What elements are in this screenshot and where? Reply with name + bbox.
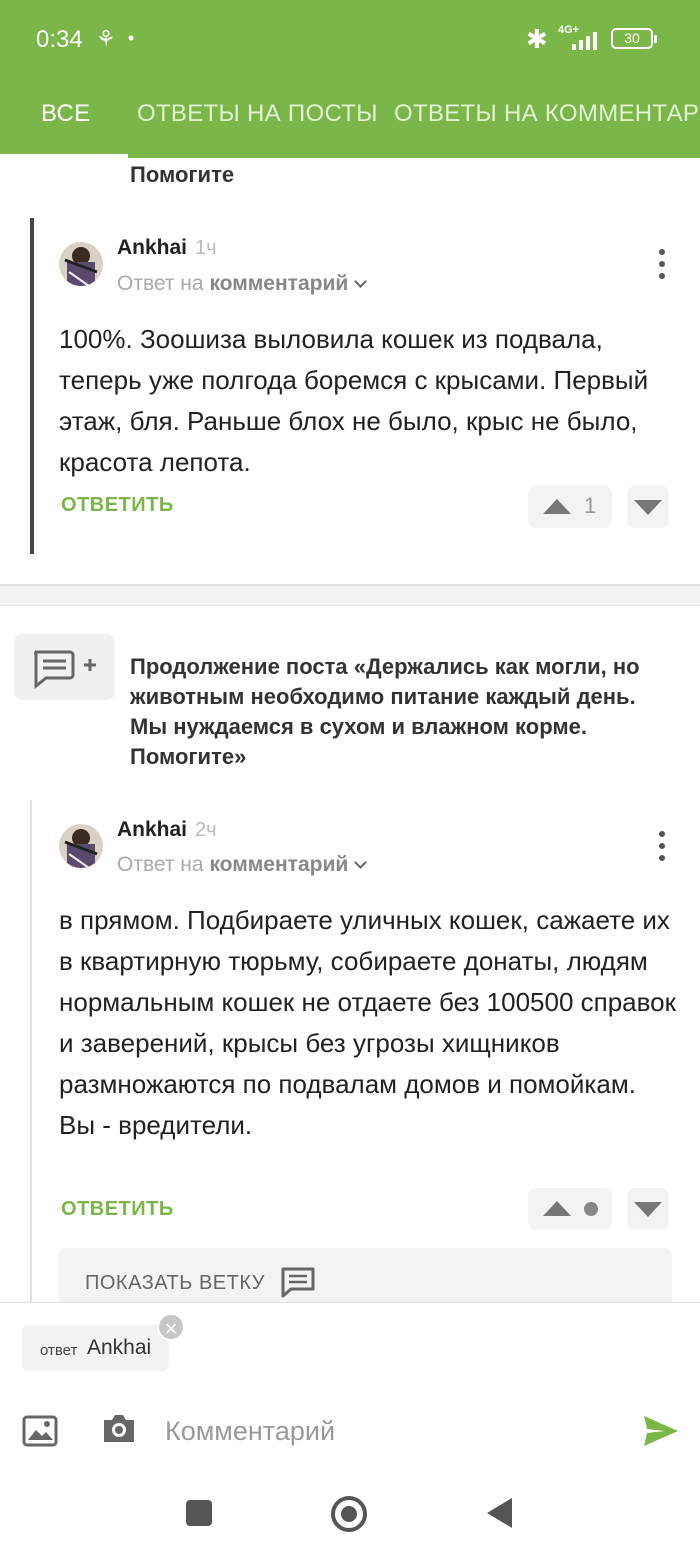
rating-hidden-dot	[584, 1202, 598, 1216]
reply-button[interactable]: ОТВЕТИТЬ	[61, 494, 174, 517]
image-icon[interactable]	[22, 1415, 58, 1447]
recent-apps-icon[interactable]	[186, 1500, 212, 1526]
upvote-button[interactable]: 1	[528, 486, 612, 528]
reply-to-prefix: Ответ на	[117, 853, 204, 876]
reply-to-link[interactable]: Ответ на комментарий	[117, 272, 368, 296]
arrow-up-icon	[543, 1201, 571, 1216]
app-header: 0:34 ⚘ • ✱ 4G+ 30 ВСЕ ОТВЕТЫ НА ПОСТЫ ОТ…	[0, 0, 700, 158]
author-name[interactable]: Ankhai	[117, 236, 187, 259]
avatar[interactable]	[59, 242, 103, 286]
reply-button[interactable]: ОТВЕТИТЬ	[61, 1198, 174, 1221]
status-time: 0:34	[36, 26, 83, 53]
home-icon[interactable]	[331, 1496, 367, 1532]
reply-chip-prefix: ответ	[40, 1342, 78, 1359]
status-bar: 0:34 ⚘ • ✱ 4G+ 30	[0, 0, 700, 78]
battery-icon: 30	[611, 28, 657, 49]
comment-card: Ankhai 1ч Ответ на комментарий 100%. Зоош…	[30, 218, 700, 554]
reply-to-target[interactable]: комментарий	[209, 853, 348, 876]
author-name[interactable]: Ankhai	[117, 818, 187, 841]
camera-icon[interactable]	[100, 1411, 138, 1445]
arrow-up-icon	[543, 499, 571, 514]
system-navigation-bar	[0, 1470, 700, 1556]
comment-time: 1ч	[195, 237, 217, 259]
chevron-down-icon[interactable]	[354, 856, 368, 869]
signal-icon: 4G+	[558, 24, 604, 50]
comment-time: 2ч	[195, 819, 217, 841]
rating-count: 1	[584, 493, 597, 518]
upvote-button[interactable]	[528, 1188, 612, 1230]
post-title-fragment[interactable]: Помогите	[130, 162, 234, 188]
arrow-down-icon	[634, 500, 662, 515]
notification-dot-icon: •	[128, 28, 135, 48]
post-reference-title[interactable]: Продолжение поста «Держались как могли, …	[130, 652, 670, 772]
comment-input[interactable]	[165, 1411, 605, 1451]
comment-author[interactable]: Ankhai 1ч	[117, 236, 217, 260]
battery-level: 30	[624, 30, 640, 46]
reply-chip: ответ Ankhai	[22, 1325, 169, 1371]
notifications-feed[interactable]: Помогите Ankhai 1ч Ответ на комментарий 1…	[0, 158, 700, 1302]
tab-post-replies[interactable]: ОТВЕТЫ НА ПОСТЫ	[137, 100, 378, 128]
arrow-down-icon	[634, 1202, 662, 1217]
thread-line	[30, 218, 34, 554]
reply-chip-name: Ankhai	[87, 1336, 152, 1359]
send-icon[interactable]	[643, 1415, 679, 1447]
downvote-button[interactable]	[627, 486, 669, 528]
thread-line	[30, 800, 32, 1302]
reply-to-prefix: Ответ на	[117, 272, 204, 295]
more-options-icon[interactable]	[657, 831, 667, 861]
avatar[interactable]	[59, 824, 103, 868]
section-divider	[0, 584, 700, 606]
tab-all[interactable]: ВСЕ	[41, 100, 90, 128]
comment-thread-icon	[281, 1267, 315, 1298]
close-icon[interactable]: ×	[157, 1313, 185, 1341]
comment-card: Ankhai 2ч Ответ на комментарий в прямом. …	[30, 800, 700, 1302]
downvote-button[interactable]	[627, 1188, 669, 1230]
comment-composer: ответ Ankhai ×	[0, 1302, 700, 1470]
more-options-icon[interactable]	[657, 249, 667, 279]
back-icon[interactable]	[487, 1498, 512, 1528]
bluetooth-icon: ✱	[526, 24, 548, 54]
show-thread-label: ПОКАЗАТЬ ВЕТКУ	[85, 1272, 265, 1294]
comment-text: 100%. Зоошиза выловила кошек из подвала,…	[59, 324, 649, 477]
chevron-down-icon[interactable]	[354, 275, 368, 288]
notification-icon: ⚘	[96, 26, 116, 51]
post-reference-icon[interactable]	[14, 634, 115, 700]
notification-tabs: ВСЕ ОТВЕТЫ НА ПОСТЫ ОТВЕТЫ НА КОММЕНТАРИ…	[0, 78, 700, 158]
comment-author[interactable]: Ankhai 2ч	[117, 818, 217, 842]
comment-text: в прямом. Подбираете уличных кошек, сажа…	[59, 905, 676, 1140]
tab-comment-replies[interactable]: ОТВЕТЫ НА КОММЕНТАРИИ	[394, 100, 700, 128]
reply-to-target[interactable]: комментарий	[209, 272, 348, 295]
composer-input-row	[0, 1403, 700, 1459]
show-thread-button[interactable]: ПОКАЗАТЬ ВЕТКУ	[58, 1248, 672, 1302]
reply-to-link[interactable]: Ответ на комментарий	[117, 853, 368, 877]
